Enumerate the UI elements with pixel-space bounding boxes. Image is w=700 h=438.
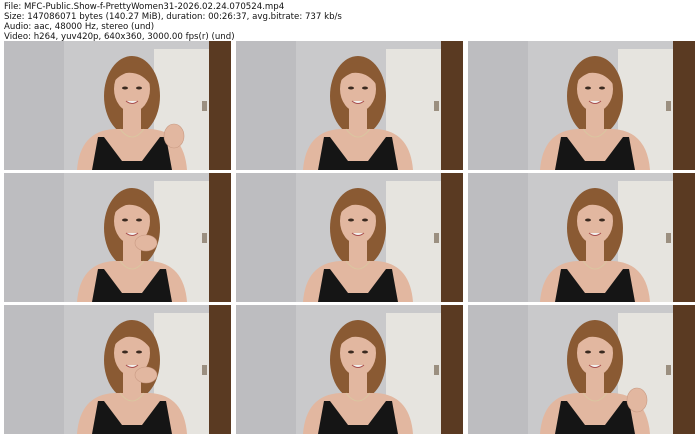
- video-frame-thumbnail: [4, 305, 231, 434]
- video-frame-thumbnail: [468, 41, 695, 170]
- video-frame-thumbnail: [4, 173, 231, 302]
- video-frame-thumbnail: [236, 41, 463, 170]
- video-frame-thumbnail: [468, 305, 695, 434]
- file-name-line: File: MFC-Public.Show-f-PrettyWomen31-20…: [4, 2, 285, 12]
- video-frame-thumbnail: [236, 305, 463, 434]
- thumbnail-grid: [4, 41, 695, 434]
- video-frame-thumbnail: [236, 173, 463, 302]
- file-info-header: File: MFC-Public.Show-f-PrettyWomen31-20…: [4, 2, 696, 42]
- video-frame-thumbnail: [468, 173, 695, 302]
- video-frame-thumbnail: [4, 41, 231, 170]
- file-size-line: Size: 147086071 bytes (140.27 MiB), dura…: [4, 12, 342, 22]
- audio-info-line: Audio: aac, 48000 Hz, stereo (und): [4, 22, 155, 32]
